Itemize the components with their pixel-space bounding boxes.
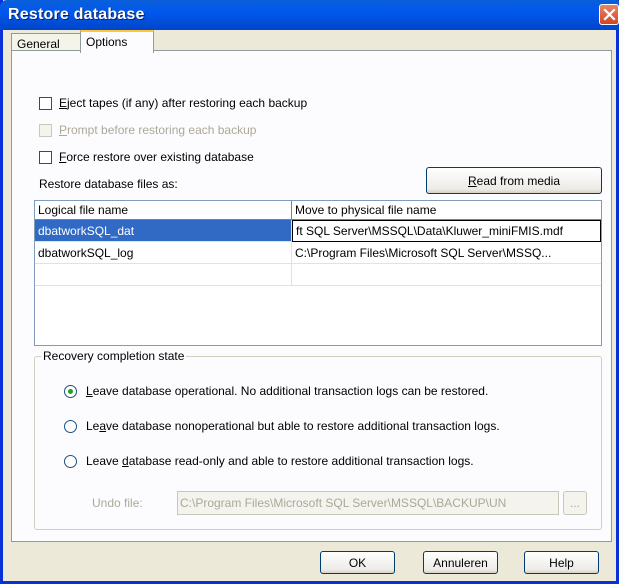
prompt-before-checkbox <box>39 124 52 137</box>
tab-options[interactable]: Options <box>80 30 154 53</box>
force-restore-label[interactable]: Force restore over existing database <box>59 150 254 164</box>
tab-options-label: Options <box>86 35 128 49</box>
leave-readonly-mnemonic: d <box>122 454 129 468</box>
read-from-media-mnemonic: R <box>467 174 477 188</box>
leave-readonly-text: atabase read-only and able to restore ad… <box>128 454 474 468</box>
restore-files-label: Restore database files as: <box>39 177 178 191</box>
leave-operational-mnemonic: L <box>86 384 93 398</box>
leave-operational-text: eave database operational. No additional… <box>92 384 489 398</box>
table-row-empty[interactable] <box>292 264 601 286</box>
read-from-media-button[interactable]: Read from media <box>426 167 602 194</box>
prompt-before-mnemonic: P <box>59 123 68 137</box>
close-icon <box>603 8 616 21</box>
eject-tapes-label[interactable]: Eject tapes (if any) after restoring eac… <box>59 96 307 110</box>
leave-readonly-pre: Leave <box>86 454 123 468</box>
leave-readonly-radio[interactable] <box>64 455 77 468</box>
undo-file-label: Undo file: <box>92 496 143 510</box>
leave-readonly-label[interactable]: Leave database read-only and able to res… <box>86 454 474 468</box>
eject-tapes-checkbox[interactable] <box>39 97 52 110</box>
help-button-label: Help <box>549 556 574 570</box>
eject-tapes-mnemonic: E <box>59 96 68 110</box>
title-bar[interactable]: Restore database <box>0 0 619 30</box>
recovery-group-legend: Recovery completion state <box>41 349 187 363</box>
leave-nonoperational-text: ve database nonoperational but able to r… <box>106 419 500 433</box>
undo-file-browse-button: ... <box>563 491 587 515</box>
table-row-empty[interactable] <box>35 264 292 286</box>
leave-nonoperational-pre: Le <box>86 419 100 433</box>
restore-database-dialog: Restore database General Options Eject t… <box>0 0 619 584</box>
ok-button[interactable]: OK <box>320 551 395 574</box>
cancel-button-label: Annuleren <box>433 556 488 570</box>
leave-operational-radio[interactable] <box>64 385 77 398</box>
prompt-before-text: rompt before restoring each backup <box>67 123 257 137</box>
ok-button-label: OK <box>348 556 367 570</box>
leave-operational-label[interactable]: Leave database operational. No additiona… <box>86 384 488 398</box>
leave-nonoperational-radio[interactable] <box>64 420 77 433</box>
column-header-physical[interactable]: Move to physical file name <box>292 201 601 220</box>
undo-file-field: C:\Program Files\Microsoft SQL Server\MS… <box>177 491 559 515</box>
tab-general-label: General <box>17 37 60 51</box>
window-title: Restore database <box>8 6 145 23</box>
leave-nonoperational-label[interactable]: Leave database nonoperational but able t… <box>86 419 500 433</box>
table-row-logical[interactable]: dbatworkSQL_log <box>35 242 292 264</box>
table-row-physical[interactable]: C:\Program Files\Microsoft SQL Server\MS… <box>292 242 601 264</box>
column-header-logical[interactable]: Logical file name <box>35 201 292 220</box>
table-row-logical[interactable]: dbatworkSQL_dat <box>35 220 292 242</box>
force-restore-text: orce restore over existing database <box>66 150 254 164</box>
files-table[interactable]: Logical file name Move to physical file … <box>34 200 602 346</box>
help-button[interactable]: Help <box>524 551 599 574</box>
read-from-media-text: ead from media <box>476 174 561 188</box>
prompt-before-label: Prompt before restoring each backup <box>59 123 256 137</box>
close-button[interactable] <box>599 4 619 25</box>
force-restore-checkbox[interactable] <box>39 151 52 164</box>
cancel-button[interactable]: Annuleren <box>423 551 498 574</box>
physical-file-edit-field[interactable]: ft SQL Server\MSSQL\Data\Kluwer_miniFMIS… <box>292 220 601 242</box>
eject-tapes-text: ject tapes (if any) after restoring each… <box>67 96 308 110</box>
